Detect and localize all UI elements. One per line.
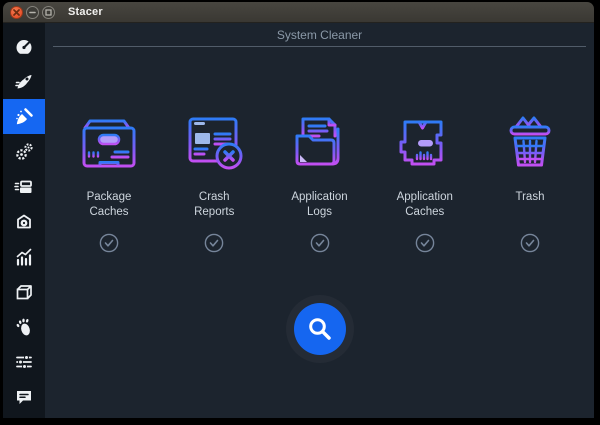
cleaner-item-checkbox[interactable] [415,233,435,253]
sidebar-item-processes[interactable] [3,169,45,204]
stacer-window: Stacer [3,2,594,418]
sliders-icon [14,352,34,372]
files-icon [14,177,34,197]
scan-button-halo [286,295,354,363]
cleaner-item-label: Trash [493,190,567,222]
sidebar-item-feedback[interactable] [3,379,45,414]
maximize-button[interactable] [42,6,55,19]
check-circle-icon [310,233,330,253]
cleaner-item-checkbox[interactable] [204,233,224,253]
cleaner-item-package-caches[interactable]: Package Caches [63,111,155,253]
close-button[interactable] [10,6,23,19]
sidebar-item-system-cleaner[interactable] [3,99,45,134]
trash-icon [495,111,565,173]
sidebar-item-uninstaller[interactable] [3,204,45,239]
scan-button-area [45,295,594,363]
titlebar: Stacer [3,2,594,23]
window-title: Stacer [68,6,103,18]
minimize-icon [29,9,36,16]
chart-icon [14,247,34,267]
cleaner-item-label: Application Logs [283,190,357,222]
close-icon [13,9,20,16]
gauge-icon [14,37,34,57]
crash-reports-icon [179,111,249,173]
brush-icon [14,107,34,127]
check-circle-icon [204,233,224,253]
scan-button[interactable] [294,303,346,355]
sidebar-item-services[interactable] [3,134,45,169]
chat-bubble-icon [14,387,34,407]
cube-icon [14,282,34,302]
sidebar [3,23,45,418]
check-circle-icon [415,233,435,253]
page-title: System Cleaner [53,23,586,47]
cleaner-item-trash[interactable]: Trash [484,111,576,253]
application-logs-icon [285,111,355,173]
cleaner-item-checkbox[interactable] [310,233,330,253]
rocket-icon [14,72,34,92]
sidebar-item-dashboard[interactable] [3,29,45,64]
package-disc-icon [14,212,34,232]
check-circle-icon [99,233,119,253]
cleaner-item-label: Package Caches [72,190,146,222]
minimize-button[interactable] [26,6,39,19]
gears-icon [14,142,34,162]
check-circle-icon [520,233,540,253]
sidebar-item-gnome-settings[interactable] [3,309,45,344]
sidebar-item-startup-apps[interactable] [3,64,45,99]
sidebar-item-helpers[interactable] [3,274,45,309]
main-panel: System Cleaner Package Cach [45,23,594,418]
cleaner-item-checkbox[interactable] [520,233,540,253]
search-icon [306,315,334,343]
gnome-foot-icon [14,317,34,337]
package-caches-icon [74,111,144,173]
maximize-icon [45,9,52,16]
cleaner-item-crash-reports[interactable]: Crash Reports [168,111,260,253]
cleaner-item-application-logs[interactable]: Application Logs [274,111,366,253]
cleaner-item-application-caches[interactable]: Application Caches [379,111,471,253]
cleaner-item-label: Crash Reports [177,190,251,222]
sidebar-item-settings[interactable] [3,344,45,379]
cleaner-items-row: Package Caches [45,111,594,253]
sidebar-item-resources[interactable] [3,239,45,274]
cleaner-item-checkbox[interactable] [99,233,119,253]
cleaner-item-label: Application Caches [388,190,462,222]
application-caches-icon [390,111,460,173]
